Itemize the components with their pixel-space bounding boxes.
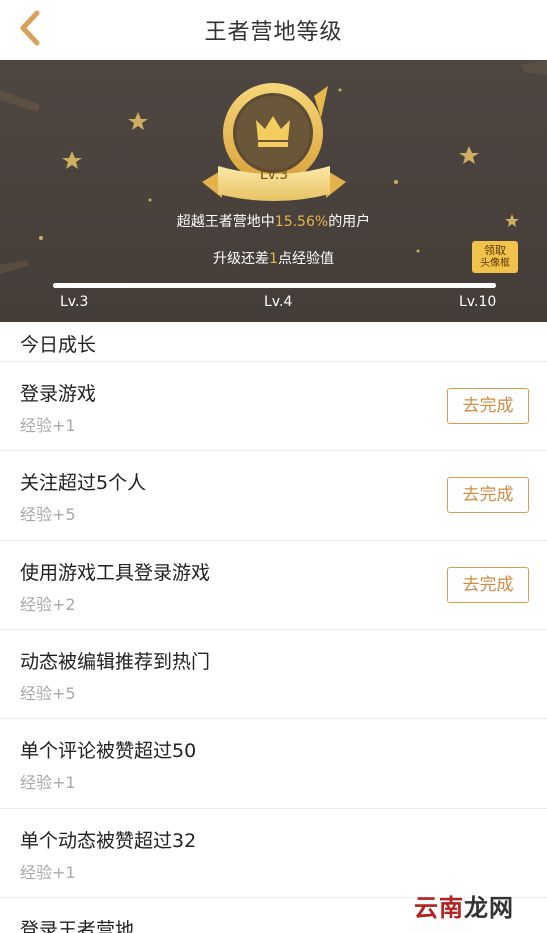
chevron-left-icon [20,10,40,46]
watermark-logo: 云南龙网 [414,894,514,922]
task-name: 单个评论被赞超过50 [20,740,197,762]
page-title: 王者营地等级 [204,20,343,45]
task-row: 动态被编辑推荐到热门 经验+5 [0,629,547,718]
claim-avatar-frame-button[interactable]: 领取 头像框 [472,241,518,273]
task-exp: 经验+1 [20,863,76,882]
level-progress-bar [53,283,496,288]
task-row: 单个动态被赞超过32 经验+1 [0,808,547,897]
go-complete-button[interactable]: 去完成 [447,477,529,513]
rank-text: 超越王者营地中15.56%的用户 [176,214,371,230]
go-complete-button[interactable]: 去完成 [447,567,529,603]
task-exp: 经验+2 [20,595,76,614]
level-banner: Lv.3 超越王者营地中15.56%的用户 升级还差1点经验值 领取 头像框 L… [0,60,547,322]
task-row: 关注超过5个人 经验+5 去完成 [0,450,547,539]
task-name: 单个动态被赞超过32 [20,830,197,852]
level-badge-icon [202,83,346,201]
task-exp: 经验+5 [20,505,76,524]
task-exp: 经验+1 [20,773,76,792]
level-progress-fill [53,283,496,288]
task-exp: 经验+5 [20,684,76,703]
task-name: 关注超过5个人 [20,472,147,494]
top-bar: 王者营地等级 [0,0,547,60]
level-current-label: Lv.3 [60,294,89,310]
task-name: 登录王者营地 [20,919,135,933]
task-name: 登录游戏 [20,383,97,405]
back-button[interactable] [8,6,52,50]
go-complete-button[interactable]: 去完成 [447,388,529,424]
task-exp: 经验+1 [20,416,76,435]
task-row: 单个评论被赞超过50 经验+1 [0,718,547,807]
upgrade-text: 升级还差1点经验值 [213,251,334,267]
badge-level-label: Lv.3 [259,167,289,183]
section-title: 今日成长 [20,334,97,356]
level-max-label: Lv.10 [459,294,497,310]
task-name: 动态被编辑推荐到热门 [20,651,211,673]
level-next-label: Lv.4 [264,294,293,310]
task-row: 登录游戏 经验+1 去完成 [0,361,547,450]
upgrade-points: 1 [269,251,278,267]
task-row: 使用游戏工具登录游戏 经验+2 去完成 [0,540,547,629]
rank-percent: 15.56% [274,214,329,230]
task-name: 使用游戏工具登录游戏 [20,562,211,584]
